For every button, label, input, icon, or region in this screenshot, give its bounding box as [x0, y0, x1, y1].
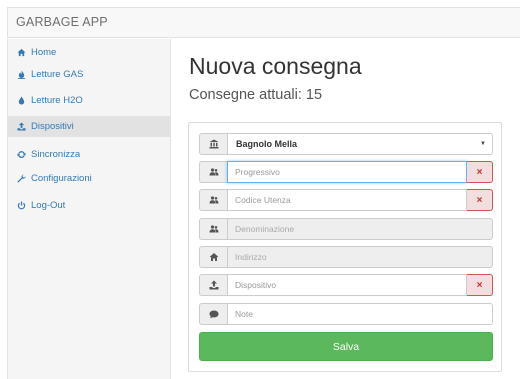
comune-select-value: Bagnolo Mella: [236, 139, 298, 149]
sidebar-item-label: Letture GAS: [31, 69, 84, 80]
sidebar-item-log-out[interactable]: Log-Out: [8, 195, 171, 216]
note-field: [199, 303, 493, 325]
power-icon: [16, 200, 27, 211]
users-icon: [199, 218, 227, 240]
sidebar-item-letture-gas[interactable]: Letture GAS: [8, 64, 171, 85]
sidebar-item-label: Sincronizza: [31, 149, 81, 160]
fire-icon: [16, 69, 27, 80]
sidebar-item-label: Log-Out: [31, 200, 66, 211]
sidebar-item-label: Letture H2O: [31, 95, 83, 106]
sidebar-item-home[interactable]: Home: [8, 42, 171, 63]
progressivo-field: ×: [199, 161, 493, 183]
codice-utenza-remove-button[interactable]: ×: [467, 189, 493, 211]
denominazione-input: [227, 218, 493, 240]
chevron-down-icon: ▼: [480, 141, 486, 147]
save-button[interactable]: Salva: [199, 332, 493, 361]
comment-icon: [199, 303, 227, 325]
app-title[interactable]: GARBAGE APP: [16, 15, 108, 29]
indirizzo-input: [227, 246, 493, 268]
comune-select[interactable]: Bagnolo Mella ▼: [227, 133, 493, 155]
sidebar-item-dispositivi[interactable]: Dispositivi: [8, 116, 171, 137]
denominazione-field: [199, 218, 493, 240]
sidebar-item-configurazioni[interactable]: Configurazioni: [8, 168, 171, 189]
drop-icon: [16, 95, 27, 106]
top-navbar: GARBAGE APP: [7, 7, 520, 38]
dispositivo-input[interactable]: [227, 274, 467, 296]
codice-utenza-input[interactable]: [227, 189, 467, 211]
comune-field: Bagnolo Mella ▼: [199, 133, 493, 155]
page-title: Nuova consegna: [189, 53, 362, 79]
sidebar-item-label: Home: [31, 47, 57, 58]
home-icon: [16, 47, 27, 58]
sidebar: Home Letture GAS Letture H2O Dispositivi…: [7, 39, 171, 379]
sidebar-item-letture-h2o[interactable]: Letture H2O: [8, 90, 171, 111]
upload-icon: [16, 121, 27, 132]
progressivo-remove-button[interactable]: ×: [467, 161, 493, 183]
users-icon: [199, 189, 227, 211]
sidebar-item-label: Dispositivi: [31, 121, 74, 132]
indirizzo-field: [199, 246, 493, 268]
note-input[interactable]: [227, 303, 493, 325]
progressivo-input[interactable]: [227, 161, 467, 183]
home-icon: [199, 246, 227, 268]
sidebar-item-label: Configurazioni: [31, 173, 92, 184]
sidebar-item-sincronizza[interactable]: Sincronizza: [8, 144, 171, 165]
deliveries-count: Consegne attuali: 15: [189, 87, 323, 103]
dispositivo-remove-button[interactable]: ×: [467, 274, 493, 296]
delivery-form: Bagnolo Mella ▼ × ×: [188, 122, 502, 372]
upload-icon: [199, 274, 227, 296]
users-icon: [199, 161, 227, 183]
bank-icon: [199, 133, 227, 155]
dispositivo-field: ×: [199, 274, 493, 296]
codice-utenza-field: ×: [199, 189, 493, 211]
wrench-icon: [16, 173, 27, 184]
refresh-icon: [16, 149, 27, 160]
main-content: Nuova consegna Consegne attuali: 15 Bagn…: [172, 39, 520, 379]
